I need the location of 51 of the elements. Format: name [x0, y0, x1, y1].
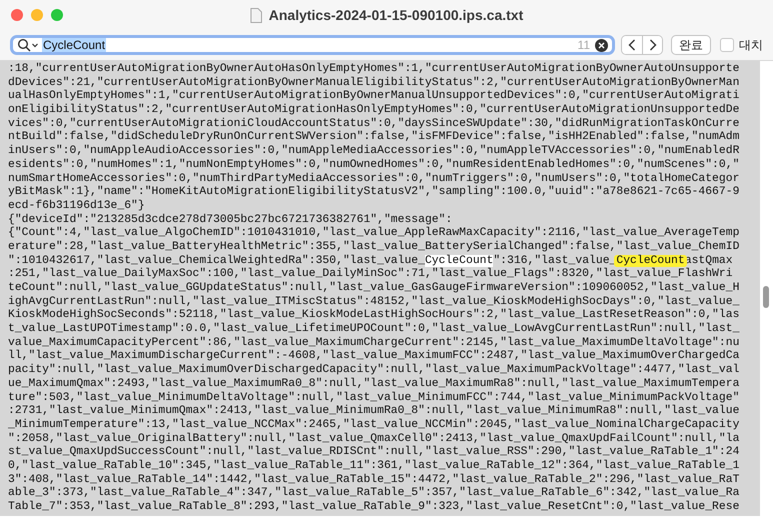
text-line: {"deviceId":"213285d3cdce278d73005bc27bc6721736382761","message": — [8, 214, 452, 226]
text-line: t_value_LastUPOTimestamp":0.0,"last_value_LifetimeUPOCount":0,"last_value_LowAvgCurrentLastRun":null,"last_ — [8, 323, 740, 336]
clear-icon[interactable] — [595, 38, 608, 52]
chevron-left-icon — [628, 39, 636, 51]
text-line: value_MaximumCapacityPercent":86,"last_value_MaximumChargeCurrent":2145,"last_value_MaximumDeltaVoltage":nu — [8, 336, 740, 349]
text-line: esidents":0,"numHomes":1,"numNonEmptyHomes":0,"numOwnedHomes":0,"numResidentEnabledHomes":0,"numScenes":0," — [8, 158, 740, 171]
text-line: yBitMask":1},"name":"HomeKitAutoMigrationEligibilityStatusV2","sampling":100.0,"uuid":"a78e8621-7c65-4667-9 — [8, 186, 740, 198]
search-field[interactable]: CycleCount 11 — [10, 35, 615, 55]
close-window-button[interactable] — [11, 9, 23, 21]
text-line: st_value_QmaxUpdSuccessCount":null,"last_value_RDISCnt":null,"last_value_RSS":290,"last_value_RaTable_1":24 — [8, 446, 740, 458]
text-line: KioskModeHighSocSeconds":52118,"last_value_KioskModeLastHighSocHours":2,"last_value_LastResetReason":0,"las — [8, 309, 740, 322]
search-match: CycleCount — [424, 254, 494, 267]
text-line: erature":28,"last_value_BatteryHealthMetric":355,"last_value_BatterySerialChanged":false,"last_value_ChemID — [8, 240, 740, 253]
window-title: Analytics-2024-01-15-090100.ips.ca.txt — [268, 7, 524, 23]
text-line: ":1010432617,"last_value_ChemicalWeightedRa":350,"last_value_ — [8, 254, 425, 267]
document-icon — [250, 8, 262, 22]
text-line: _MinimumTemperature":13,"last_value_NCCMax":2465,"last_value_NCCMin":2045,"last_value_NominalChargeCapacity — [8, 418, 740, 431]
text-line: ualHasOnlyEmptyHomes":1,"currentUserAutoMigrationByOwnerManualUnsupportedDevices":0,"currentUserAutoMigrati — [8, 90, 740, 102]
text-line: vices":0,"currentUserAutoMigrationiCloudAccountStatus":0,"daysSinceSWUpdate":30,"didRunMigrationTaskOnCurre — [8, 118, 740, 130]
zoom-window-button[interactable] — [51, 9, 63, 21]
minimize-window-button[interactable] — [31, 9, 43, 21]
chevron-right-icon — [648, 39, 656, 51]
text-line: ture":503,"last_value_MinimumDeltaVoltage":null,"last_value_MinimumFCC":744,"last_value_MinimumPackVoltage" — [8, 392, 740, 404]
text-line: Table_7":353,"last_value_RaTable_8":293,"last_value_RaTable_9":323,"last_value_ResetCnt":0,"last_value_Rese — [8, 501, 740, 513]
text-line: ll,"last_value_MaximumDischargeCurrent":-4608,"last_value_MaximumFCC":2487,"last_value_MaximumOverChargedCa — [8, 350, 740, 362]
text-line: {"Count":4,"last_value_AlgoChemID":1010431010,"last_value_AppleRawMaxCapacity":2116,"last_value_AverageTemp — [8, 227, 740, 240]
scrollbar-thumb[interactable] — [763, 286, 769, 308]
text-line: 0,"last_value_RaTable_10":345,"last_value_RaTable_11":361,"last_value_RaTable_12":364,"last_value_RaTable_1 — [8, 460, 740, 472]
text-line: ntBuild":false,"didScheduleDryRunOnCurrentSWVersion":false,"isFMFDevice":false,"isHH2Enabled":false,"numAdm — [8, 131, 740, 144]
text-line: dDevices":21,"currentUserAutoMigrationByOwnerManualEligibilityStatus":2,"currentUserAutoMigrationByOwnerMan — [8, 76, 740, 89]
text-line: ue_MaximumQmax":2493,"last_value_MaximumRa0_8":null,"last_value_MaximumRa8":null,"last_value_MaximumTempera — [8, 378, 740, 390]
match-count: 11 — [578, 38, 590, 52]
replace-checkbox[interactable] — [720, 38, 734, 52]
text-line: inUsers":0,"numAppleAudioAccessories":0,"numAppleMediaAccessories":0,"numAppleTVAccessories":0,"numEnabledR — [8, 145, 740, 158]
text-line: pacity":null,"last_value_MaximumOverDischargedCapacity":null,"last_value_MaximumPackVoltage":4477,"last_val — [8, 364, 740, 376]
text-line: :251,"last_value_DailyMaxSoc":100,"last_value_DailyMinSoc":71,"last_value_Flags":8320,"last_value_FlashWri — [8, 268, 733, 280]
text-line: ighAvgCurrentLastRun":null,"last_value_ITMiscStatus":48152,"last_value_KioskModeHighSocDays":0,"last_value_ — [8, 296, 740, 308]
text-line: ":2058,"last_value_OriginalBattery":null,"last_value_QmaxCell0":2413,"last_value_QmaxUpdFailCount":null,"la — [8, 432, 740, 445]
replace-label: 대치 — [739, 36, 763, 54]
text-line: :2731,"last_value_MinimumQmax":2413,"last_value_MinimumRa0_8":null,"last_value_MinimumRa8":null,"last_value — [8, 405, 740, 418]
text-line: able_3":373,"last_value_RaTable_4":347,"last_value_RaTable_5":357,"last_value_RaTable_6":342,"last_value_Ra — [8, 487, 740, 500]
next-match-button[interactable] — [642, 36, 662, 54]
text-line: :18,"currentUserAutoMigrationByOwnerAutoHasOnlyEmptyHomes":1,"currentUserAutoMigrationByOwnerAutoUnsupporte — [8, 63, 740, 75]
current-search-match: CycleCount — [614, 254, 687, 267]
done-button[interactable]: 완료 — [671, 35, 711, 55]
text-line: onEligibilityStatus":2,"currentUserAutoMigrationHasOnlyEmptyHomes":0,"currentUserAutoMigrationUnsupportedDe — [8, 104, 740, 116]
text-line: teCount":null,"last_value_GGUpdateStatus":null,"last_value_GasGaugeFirmwareVersion":109060052,"last_value_H — [8, 282, 740, 294]
text-line: 3":408,"last_value_RaTable_14":1442,"last_value_RaTable_15":4472,"last_value_RaTable_2":296,"last_value_RaT — [8, 474, 740, 486]
search-icon — [17, 38, 39, 52]
text-line: ecd-f6b31196d13e_6"} — [8, 200, 145, 212]
text-line: numSmartHomeAccessories":0,"numThirdPartyMediaAccessories":0,"numTriggers":0,"numUsers":0,"totalHomeCategor — [8, 172, 740, 184]
